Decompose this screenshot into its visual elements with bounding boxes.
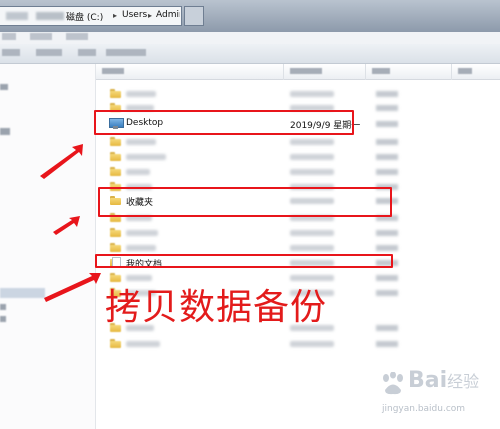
breadcrumb-users[interactable]: Users xyxy=(122,10,147,20)
menu-item-blurred[interactable] xyxy=(66,33,88,40)
command-toolbar xyxy=(0,44,500,64)
list-item[interactable] xyxy=(96,149,500,165)
nav-item-blurred[interactable] xyxy=(0,84,8,90)
watermark-brand: Bai经验 xyxy=(408,368,480,393)
blurred-crumb xyxy=(36,12,64,20)
toolbar-button-blurred[interactable] xyxy=(106,49,146,56)
baidu-watermark: Bai经验 jingyan.baidu.com xyxy=(378,368,496,420)
nav-item-blurred[interactable] xyxy=(0,304,6,310)
folder-icon xyxy=(110,243,121,252)
chevron-right-icon[interactable]: ▸ xyxy=(113,11,117,20)
blurred-crumb xyxy=(6,12,28,20)
list-item[interactable] xyxy=(96,134,500,150)
menu-item-blurred[interactable] xyxy=(2,33,16,40)
chevron-right-icon[interactable]: ▸ xyxy=(148,11,152,20)
column-date[interactable] xyxy=(284,64,366,80)
highlight-box-desktop xyxy=(94,110,354,135)
annotation-caption: 拷贝数据备份 xyxy=(105,287,328,328)
highlight-box-favorites xyxy=(98,187,392,217)
breadcrumb-administrator[interactable]: Administrator xyxy=(156,10,180,20)
folder-icon xyxy=(110,89,121,98)
paw-icon xyxy=(383,372,403,395)
nav-item-blurred[interactable] xyxy=(0,128,10,135)
menu-item-blurred[interactable] xyxy=(30,33,52,40)
column-name[interactable] xyxy=(96,64,284,80)
list-item[interactable] xyxy=(96,164,500,180)
toolbar-button-blurred[interactable] xyxy=(2,49,20,56)
toolbar-button-blurred[interactable] xyxy=(78,49,96,56)
navigation-pane[interactable] xyxy=(0,64,96,429)
highlight-box-my-documents xyxy=(95,254,393,268)
folder-icon xyxy=(110,152,121,161)
column-header xyxy=(96,64,500,80)
toolbar-button-blurred[interactable] xyxy=(36,49,62,56)
list-item[interactable] xyxy=(96,336,500,352)
watermark-url: jingyan.baidu.com xyxy=(382,404,466,414)
list-item[interactable] xyxy=(96,225,500,241)
folder-icon xyxy=(110,228,121,237)
breadcrumb-drive[interactable]: 磁盘 (C:) xyxy=(66,10,103,23)
refresh-button[interactable] xyxy=(184,6,204,26)
folder-icon xyxy=(110,167,121,176)
menu-bar xyxy=(0,32,500,44)
address-bar-area: 磁盘 (C:) ▸ Users ▸ Administrator xyxy=(0,0,500,32)
column-type[interactable] xyxy=(366,64,452,80)
nav-item-blurred[interactable] xyxy=(0,316,6,322)
nav-item-selected[interactable] xyxy=(0,288,45,298)
folder-icon xyxy=(110,137,121,146)
folder-icon xyxy=(110,339,121,348)
address-bar[interactable]: 磁盘 (C:) ▸ Users ▸ Administrator xyxy=(0,6,182,26)
column-size[interactable] xyxy=(452,64,500,80)
